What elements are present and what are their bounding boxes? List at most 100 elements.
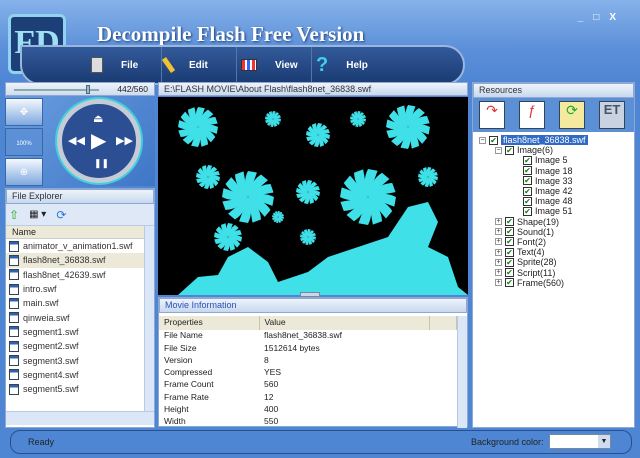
tree-root[interactable]: − ✔ flash8net_36838.swf (479, 135, 634, 146)
tree-group[interactable]: + ✔ Font(2) (479, 237, 634, 247)
stop-eject-icon[interactable]: ⏏ (93, 112, 103, 125)
checkbox-checked[interactable]: ✔ (505, 257, 514, 267)
tree-image-item[interactable]: ✔ Image 5 (479, 155, 634, 165)
up-folder-icon[interactable]: ⇧ (9, 208, 19, 222)
checkbox-checked[interactable]: ✔ (523, 155, 532, 165)
play-icon[interactable]: ▶ (91, 128, 106, 153)
expand-icon[interactable]: + (495, 248, 502, 256)
movie-info-row: Height 400 (159, 404, 457, 416)
swf-file-icon (9, 240, 19, 252)
file-list-item[interactable]: segment2.swf (6, 339, 144, 353)
property-name: Width (164, 416, 186, 427)
property-value: 560 (264, 379, 279, 390)
expand-icon[interactable]: + (495, 269, 502, 277)
refresh-icon[interactable]: ⟳ (56, 208, 66, 222)
close-button[interactable]: X (609, 12, 626, 23)
tree-image-item[interactable]: ✔ Image 33 (479, 176, 634, 186)
minimize-button[interactable]: _ (578, 12, 594, 23)
zoom-100-icon[interactable]: 100% (5, 128, 43, 156)
export-to-fla-icon[interactable]: ƒ (519, 101, 545, 129)
tree-image-item[interactable]: ✔ Image 48 (479, 196, 634, 206)
rewind-icon[interactable]: ◀◀ (68, 134, 85, 147)
tree-image-item[interactable]: ✔ Image 42 (479, 186, 634, 196)
checkbox-checked[interactable]: ✔ (523, 186, 532, 196)
property-value: 1512614 bytes (264, 342, 320, 353)
expand-icon[interactable]: + (495, 279, 502, 287)
tree-group[interactable]: + ✔ Sprite(28) (479, 257, 634, 267)
fast-forward-icon[interactable]: ▶▶ (116, 134, 133, 147)
checkbox-checked[interactable]: ✔ (505, 268, 514, 278)
collapse-icon[interactable]: − (479, 136, 486, 144)
tree-group[interactable]: + ✔ Shape(19) (479, 217, 634, 227)
checkbox-checked[interactable]: ✔ (489, 135, 498, 145)
tree-group[interactable]: + ✔ Script(11) (479, 267, 634, 278)
property-name: File Name (164, 330, 203, 341)
checkbox-checked[interactable]: ✔ (523, 166, 532, 176)
tree-image-item[interactable]: ✔ Image 18 (479, 166, 634, 176)
window-controls: _□X (578, 12, 626, 23)
checkbox-checked[interactable]: ✔ (505, 278, 514, 288)
tree-group[interactable]: + ✔ Text(4) (479, 247, 634, 257)
property-value: 8 (264, 354, 269, 365)
checkbox-checked[interactable]: ✔ (523, 176, 532, 186)
file-list-item[interactable]: segment4.swf (6, 368, 144, 382)
export-to-folder-icon[interactable]: ↷ (479, 101, 505, 129)
menu-edit[interactable]: Edit (161, 47, 237, 83)
movie-info-scrollbar[interactable] (457, 316, 467, 428)
file-list-item[interactable]: animator_v_animation1.swf (6, 239, 144, 253)
file-list-item[interactable]: intro.swf (6, 282, 144, 296)
movie-info-row: Frame Count 560 (159, 379, 457, 391)
file-list-item[interactable]: segment3.swf (6, 353, 144, 367)
checkbox-checked[interactable]: ✔ (505, 237, 514, 247)
movie-info-row: Compressed YES (159, 367, 457, 379)
expand-icon[interactable]: + (495, 258, 502, 266)
file-list-item[interactable]: flash8net_42639.swf (6, 268, 144, 282)
collapse-icon[interactable]: − (495, 146, 502, 154)
file-list-hscrollbar[interactable] (6, 411, 154, 425)
checkbox-checked[interactable]: ✔ (505, 227, 514, 237)
value-header[interactable]: Value (259, 316, 430, 330)
resources-panel: Resources ↷ ƒ ⟳ ET − ✔ flash8net_36838.swf… (472, 82, 635, 428)
zoom-move-icon[interactable]: ✥ (5, 98, 43, 126)
export-text-icon[interactable]: ET (599, 101, 625, 129)
property-value: 550 (264, 416, 279, 427)
tree-group[interactable]: + ✔ Frame(560) (479, 278, 634, 288)
checkbox-checked[interactable]: ✔ (505, 145, 514, 155)
movie-info-table: Properties Value File Name flash8net_36838… (159, 316, 457, 428)
expand-icon[interactable]: + (495, 228, 502, 236)
slider-thumb[interactable] (86, 85, 90, 94)
view-mode-icon[interactable]: ▦ ▾ (29, 209, 46, 220)
frame-slider[interactable]: 442/560 (5, 82, 155, 96)
convert-image-icon[interactable]: ⟳ (559, 101, 585, 129)
resources-title: Resources (473, 83, 634, 98)
properties-header[interactable]: Properties (159, 316, 260, 330)
checkbox-checked[interactable]: ✔ (505, 247, 514, 257)
background-color-select[interactable]: ▼ (549, 434, 611, 449)
name-column-header[interactable]: Name (6, 226, 144, 239)
menu-view[interactable]: View (237, 47, 312, 83)
tree-image-item[interactable]: ✔ Image 51 (479, 206, 634, 216)
maximize-button[interactable]: □ (593, 12, 609, 23)
menu-help[interactable]: ? Help (312, 47, 387, 83)
swf-file-icon (9, 269, 19, 281)
checkbox-checked[interactable]: ✔ (505, 217, 514, 227)
file-list-item[interactable]: main.swf (6, 296, 144, 310)
file-list-item[interactable]: segment1.swf (6, 325, 144, 339)
checkbox-checked[interactable]: ✔ (523, 196, 532, 206)
tree-group-image[interactable]: − ✔ Image(6) (479, 145, 634, 155)
property-value: YES (264, 367, 282, 378)
status-text: Ready (28, 437, 55, 447)
chevron-down-icon[interactable]: ▼ (598, 435, 610, 448)
file-list-item[interactable]: qinweia.swf (6, 310, 144, 324)
checkbox-checked[interactable]: ✔ (523, 206, 532, 216)
expand-icon[interactable]: + (495, 218, 502, 226)
file-list-scrollbar[interactable] (144, 226, 154, 411)
swf-file-icon (9, 383, 19, 395)
file-list-item[interactable]: flash8net_36838.swf (6, 253, 144, 268)
tree-group[interactable]: + ✔ Sound(1) (479, 227, 634, 237)
expand-icon[interactable]: + (495, 238, 502, 246)
file-list-item[interactable]: segment5.swf (6, 382, 144, 396)
zoom-fit-icon[interactable]: ⊕ (5, 158, 43, 186)
pause-icon[interactable]: ❚❚ (94, 158, 109, 169)
menu-file[interactable]: File (87, 47, 162, 83)
